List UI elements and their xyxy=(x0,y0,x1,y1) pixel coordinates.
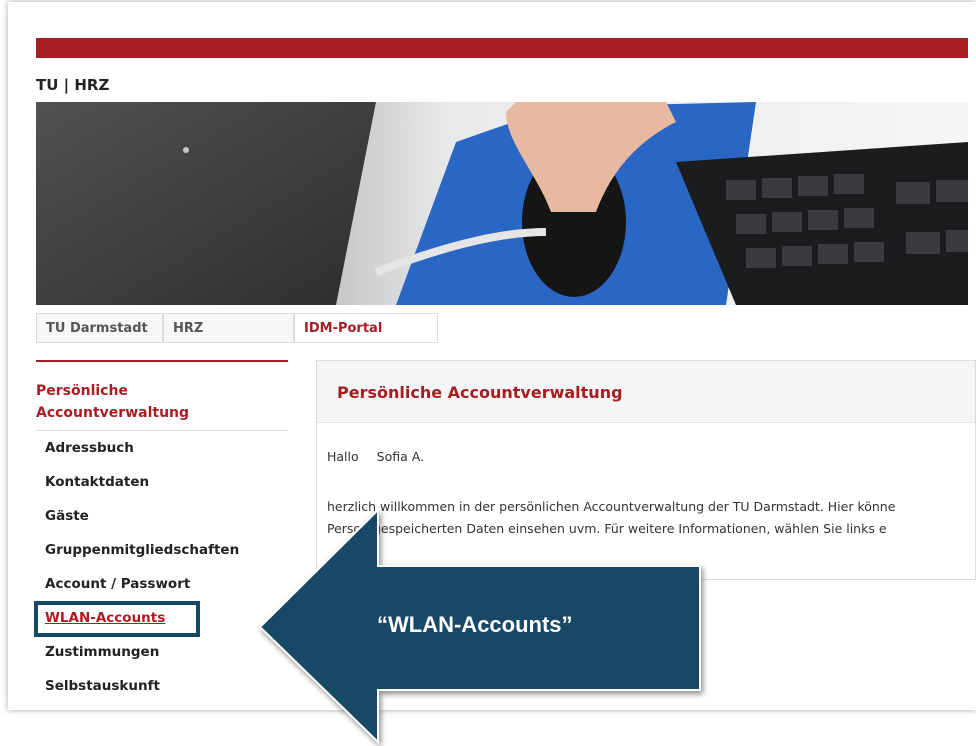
callout-label: “WLAN-Accounts” xyxy=(377,612,573,637)
